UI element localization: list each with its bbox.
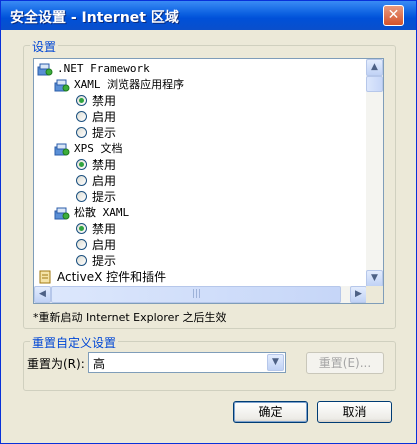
ok-button-label: 确定 — [258, 405, 283, 419]
setting-option-label: 启用 — [92, 110, 117, 124]
cancel-button-label: 取消 — [342, 405, 367, 419]
scroll-left-button[interactable]: ◀ — [34, 286, 51, 303]
title-bar[interactable]: 安全设置 - Internet 区域 ✕ — [1, 1, 416, 30]
reset-group-label: 重置自定义设置 — [30, 334, 119, 351]
tree-category-label: 松散 XAML — [74, 206, 130, 219]
chevron-down-icon: ▼ — [272, 357, 279, 367]
restart-note: *重新启动 Internet Explorer 之后生效 — [33, 311, 227, 324]
security-settings-window: 安全设置 - Internet 区域 ✕ 设置 .NET Framework XA… — [0, 0, 417, 444]
setting-option-label: 启用 — [92, 174, 117, 188]
activex-icon — [37, 269, 53, 285]
close-button[interactable]: ✕ — [383, 5, 404, 26]
grip-icon: ||| — [192, 289, 202, 299]
reset-button-label: 重置(E)... — [318, 356, 372, 370]
scroll-up-button[interactable]: ▲ — [366, 59, 383, 76]
settings-tree-content: .NET Framework XAML 浏览器应用程序 禁用 启用 提示 XPS 文档 禁用… — [34, 59, 367, 287]
radio-button[interactable] — [76, 95, 87, 106]
setting-option-label: 禁用 — [92, 158, 117, 172]
radio-button[interactable] — [76, 111, 87, 122]
tree-category-label: ActiveX 控件和插件 — [57, 270, 167, 284]
vertical-scrollbar[interactable]: ▲ ▼ — [366, 59, 383, 287]
vertical-scroll-thumb[interactable] — [366, 76, 383, 92]
reset-button[interactable]: 重置(E)... — [306, 352, 384, 374]
cancel-button[interactable]: 取消 — [317, 401, 392, 423]
reset-level-select[interactable]: 高 ▼ — [88, 352, 286, 373]
settings-group-label: 设置 — [30, 38, 59, 55]
setting-option-label: 启用 — [92, 238, 117, 252]
arrow-up-icon: ▲ — [371, 62, 378, 72]
radio-button[interactable] — [76, 159, 87, 170]
scroll-down-button[interactable]: ▼ — [366, 270, 383, 287]
reset-level-value: 高 — [93, 357, 106, 371]
radio-button[interactable] — [76, 239, 87, 250]
radio-button[interactable] — [76, 175, 87, 186]
reset-to-label: 重置为(R): — [27, 357, 85, 371]
settings-folder-icon — [54, 141, 70, 157]
arrow-down-icon: ▼ — [371, 273, 378, 283]
setting-option-label: 提示 — [92, 190, 117, 204]
horizontal-scroll-thumb[interactable]: ||| — [51, 286, 341, 303]
tree-category-label: XPS 文档 — [74, 142, 123, 155]
scroll-corner — [366, 286, 383, 303]
window-title: 安全设置 - Internet 区域 — [10, 10, 179, 26]
setting-option-label: 禁用 — [92, 222, 117, 236]
horizontal-scrollbar[interactable]: ◀ ||| ▶ — [34, 286, 367, 303]
arrow-left-icon: ◀ — [39, 289, 46, 299]
settings-folder-icon — [37, 61, 53, 77]
setting-option-label: 禁用 — [92, 94, 117, 108]
close-icon: ✕ — [387, 7, 400, 23]
settings-folder-icon — [54, 77, 70, 93]
tree-category-label: .NET Framework — [57, 62, 150, 75]
radio-button[interactable] — [76, 127, 87, 138]
setting-option-label: 提示 — [92, 126, 117, 140]
dropdown-button[interactable]: ▼ — [267, 354, 284, 371]
radio-button[interactable] — [76, 255, 87, 266]
settings-tree[interactable]: .NET Framework XAML 浏览器应用程序 禁用 启用 提示 XPS 文档 禁用… — [33, 58, 384, 304]
setting-option-label: 提示 — [92, 254, 117, 268]
radio-button[interactable] — [76, 191, 87, 202]
settings-folder-icon — [54, 205, 70, 221]
arrow-right-icon: ▶ — [355, 289, 362, 299]
tree-category-label: XAML 浏览器应用程序 — [74, 78, 185, 91]
radio-button[interactable] — [76, 223, 87, 234]
scroll-right-button[interactable]: ▶ — [350, 286, 367, 303]
ok-button[interactable]: 确定 — [233, 401, 308, 423]
